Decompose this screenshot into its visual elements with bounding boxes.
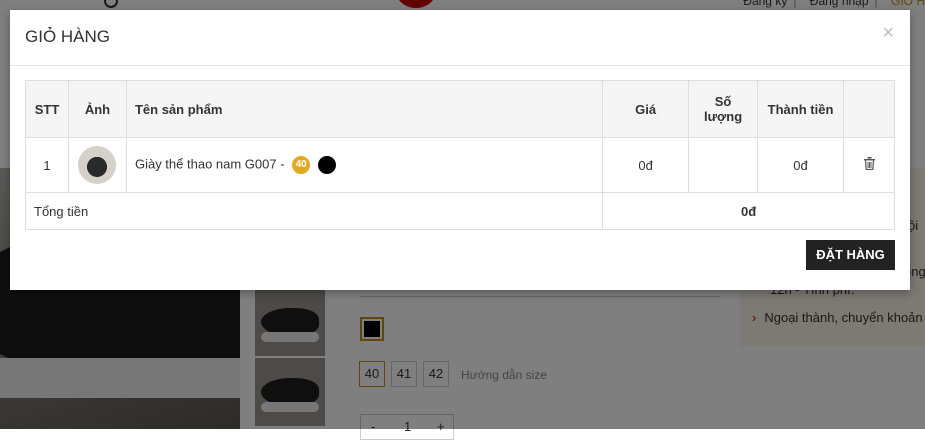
product-thumbnail[interactable]: [78, 146, 117, 184]
row-subtotal: 0đ: [757, 137, 844, 193]
size-badge: 40: [292, 156, 311, 174]
column-header-actions: [843, 80, 895, 138]
color-dot: [317, 156, 336, 174]
total-label: Tổng tiền: [24, 192, 604, 230]
cart-modal: GIỎ HÀNG × STT Ảnh Tên sản phẩm Giá Số l…: [10, 10, 910, 290]
table-header-row: STT Ảnh Tên sản phẩm Giá Số lượng Thành …: [25, 80, 895, 138]
total-row: Tổng tiền 0đ: [24, 192, 895, 230]
row-actions: [843, 137, 895, 193]
column-header-index: STT: [25, 80, 69, 138]
trash-icon[interactable]: [863, 157, 875, 173]
total-value: 0đ: [602, 192, 895, 230]
modal-title: GIỎ HÀNG: [25, 27, 111, 46]
column-header-image: Ảnh: [67, 80, 127, 138]
row-image-cell: [67, 137, 127, 193]
row-price: 0đ: [602, 137, 690, 193]
modal-header: GIỎ HÀNG ×: [10, 10, 910, 66]
close-icon[interactable]: ×: [882, 23, 894, 43]
row-index: 1: [25, 137, 69, 193]
column-header-price: Giá: [602, 80, 690, 138]
row-name-cell: Giày thể thao nam G007 - 40: [125, 137, 604, 193]
cart-table: STT Ảnh Tên sản phẩm Giá Số lượng Thành …: [24, 80, 895, 230]
place-order-button[interactable]: ĐẶT HÀNG: [806, 240, 895, 270]
table-row: 1 Giày thể thao nam G007 - 40 0đ 0đ: [25, 137, 895, 193]
row-quantity[interactable]: [688, 137, 759, 193]
product-name-link[interactable]: Giày thể thao nam G007 -: [135, 156, 285, 171]
column-header-subtotal: Thành tiền: [757, 80, 844, 138]
column-header-quantity: Số lượng: [688, 80, 759, 138]
column-header-name: Tên sản phẩm: [125, 80, 604, 138]
